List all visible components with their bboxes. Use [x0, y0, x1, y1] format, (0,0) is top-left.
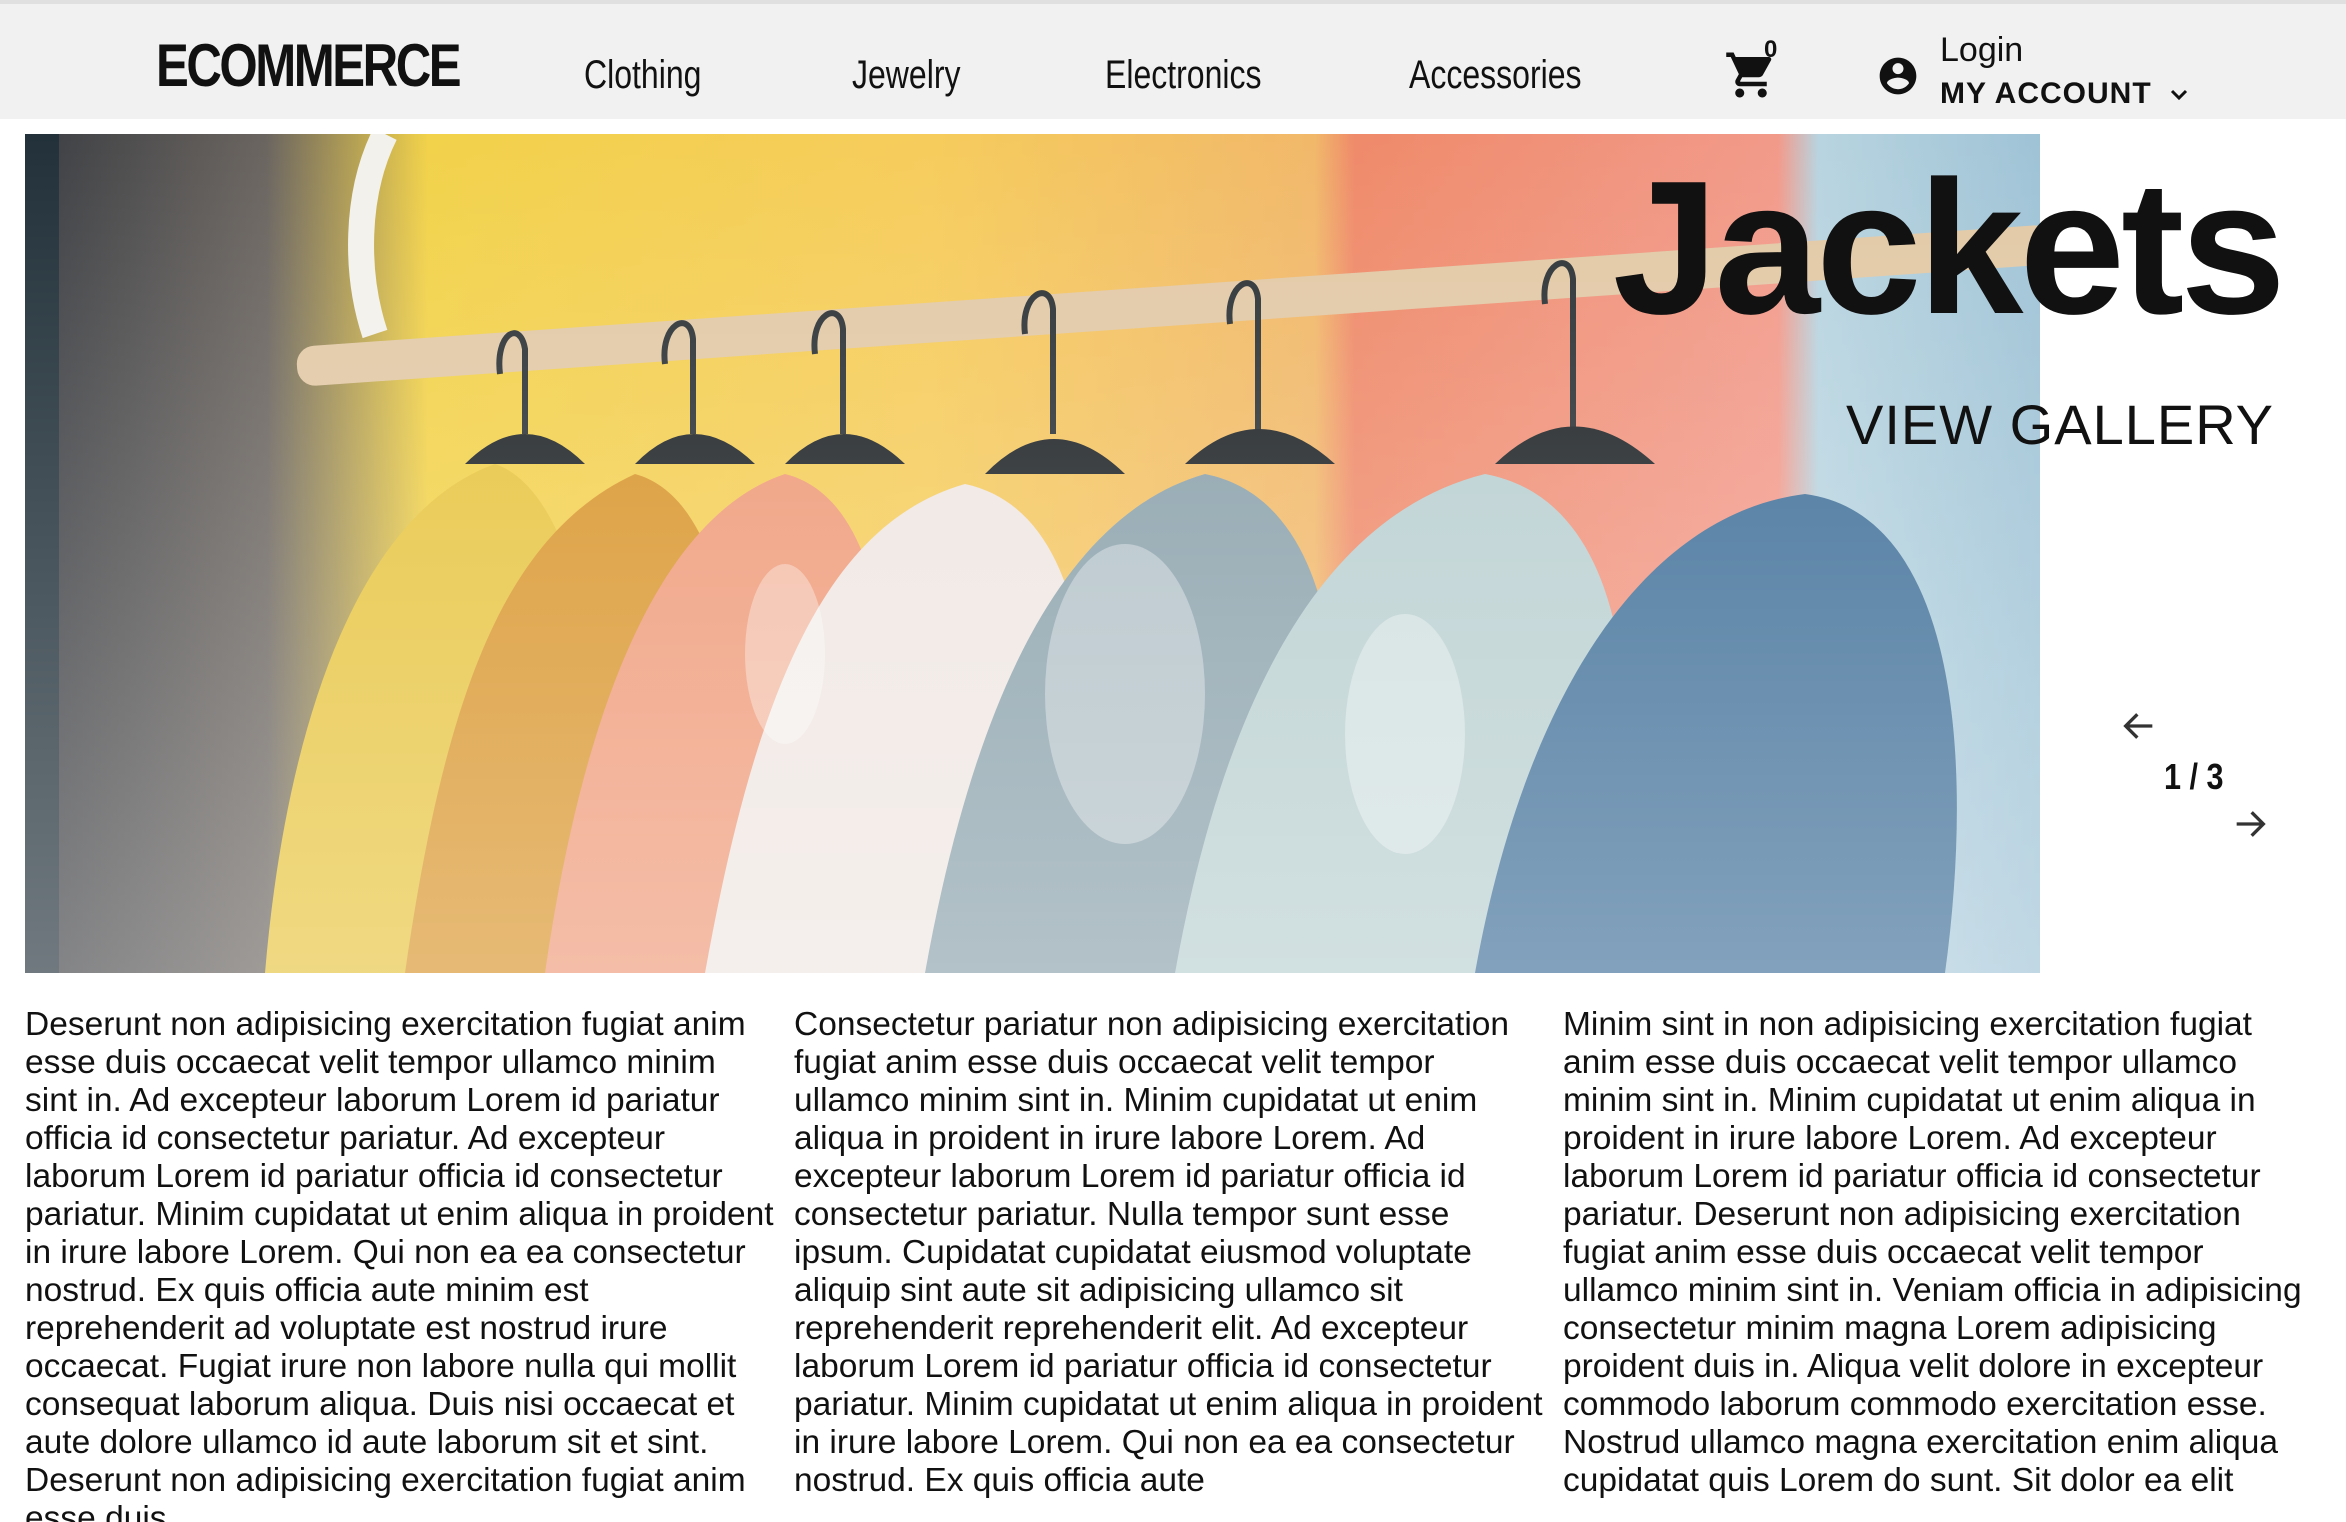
hero-title: Jackets: [1612, 142, 2286, 354]
site-header: ECOMMERCE Clothing Jewelry Electronics A…: [0, 0, 2346, 119]
account-circle-icon[interactable]: [1876, 54, 1920, 98]
login-link[interactable]: Login: [1940, 30, 2023, 70]
slide-pager: 1 / 3: [2164, 756, 2224, 797]
arrow-right-icon[interactable]: [2230, 804, 2270, 844]
nav-jewelry[interactable]: Jewelry: [852, 50, 960, 100]
text-column-3: Minim sint in non adipisicing exercitati…: [1563, 1006, 2302, 1499]
nav-clothing[interactable]: Clothing: [584, 50, 701, 100]
nav-electronics[interactable]: Electronics: [1105, 50, 1262, 100]
nav-accessories[interactable]: Accessories: [1409, 50, 1582, 100]
text-column-1: Deserunt non adipisicing exercitation fu…: [25, 1006, 774, 1522]
arrow-left-icon[interactable]: [2119, 706, 2159, 746]
view-gallery-button[interactable]: VIEW GALLERY: [1846, 392, 2274, 457]
my-account-dropdown[interactable]: MY ACCOUNT: [1940, 76, 2189, 112]
chevron-down-icon: [2170, 90, 2188, 101]
text-column-2: Consectetur pariatur non adipisicing exe…: [794, 1006, 1543, 1499]
logo[interactable]: ECOMMERCE: [156, 34, 462, 98]
cart-count-badge: 0: [1764, 36, 1778, 63]
my-account-label: MY ACCOUNT: [1940, 77, 2152, 110]
